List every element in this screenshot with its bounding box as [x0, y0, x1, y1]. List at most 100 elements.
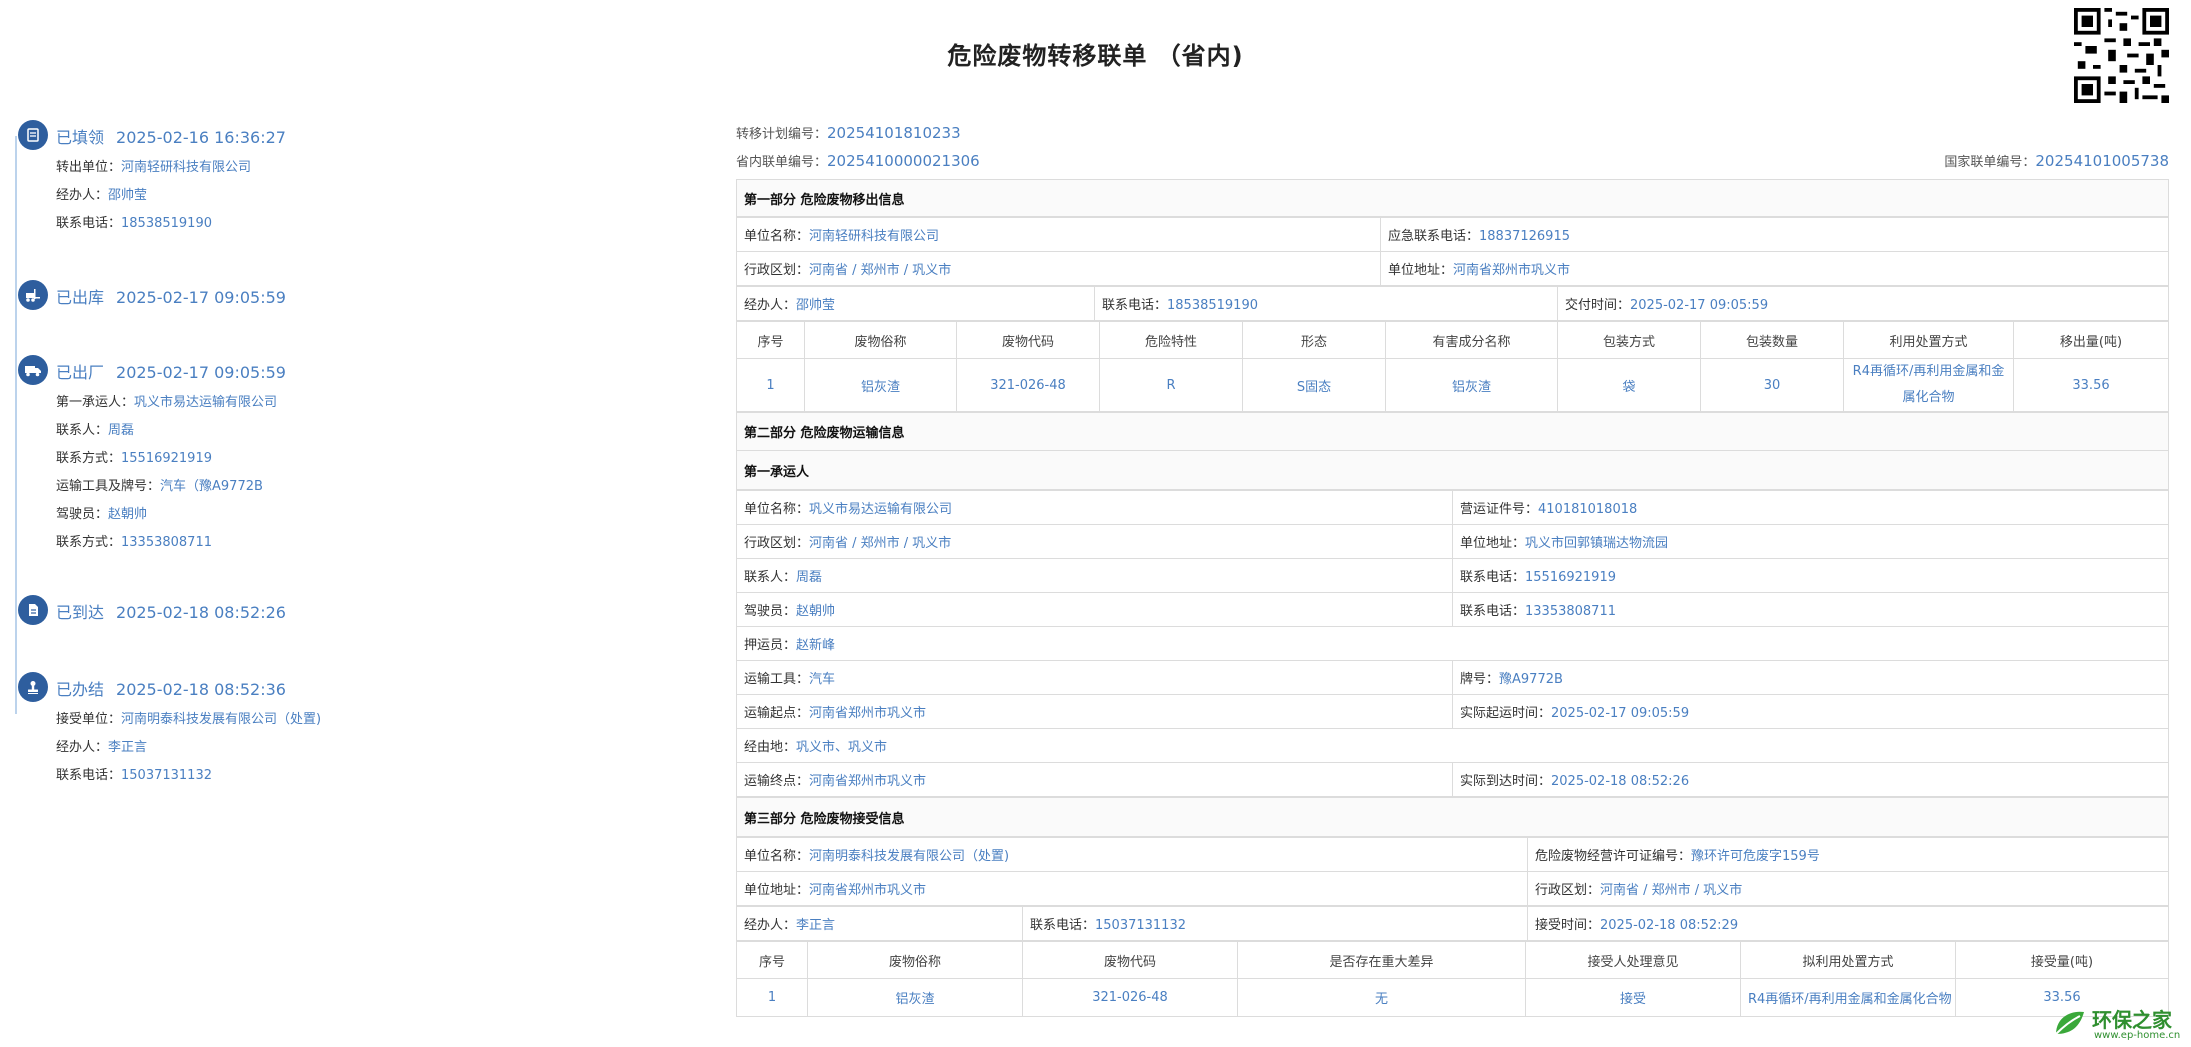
table-row: 行政区划：河南省 / 郑州市 / 巩义市 单位地址：巩义市回郭镇瑞达物流园	[736, 524, 2169, 559]
field-cell: 行政区划：河南省 / 郑州市 / 巩义市	[736, 524, 1453, 559]
part3-region: 行政区划：河南省 / 郑州市 / 巩义市	[1527, 871, 2169, 906]
truck-icon	[18, 355, 48, 385]
value: 汽车	[809, 672, 836, 687]
qr-code	[2074, 8, 2169, 103]
timeline-status: 已办结	[56, 680, 105, 699]
label: 运输工具：	[744, 672, 810, 687]
label: 接受时间：	[1535, 918, 1601, 933]
value: 赵新峰	[796, 638, 836, 653]
field-cell: 联系电话：13353808711	[1452, 592, 2169, 627]
field-cell: 运输终点：河南省郑州市巩义市	[736, 762, 1453, 797]
column-header: 包装数量	[1700, 321, 1844, 359]
label: 联系电话：	[1102, 298, 1168, 313]
watermark-logo: 环保之家 www.ep-home.cn	[2050, 1000, 2191, 1047]
table-cell: 321-026-48	[1022, 978, 1238, 1017]
label: 联系电话：	[1030, 918, 1096, 933]
timeline-status: 已到达	[56, 603, 105, 622]
value: 巩义市易达运输有限公司	[134, 395, 278, 410]
field-cell: 牌号：豫A9772B	[1452, 660, 2169, 695]
value: 汽车（豫A9772B	[160, 479, 263, 494]
part2-transport-table: 单位名称：巩义市易达运输有限公司 营运证件号：410181018018 行政区划：河…	[736, 490, 2169, 797]
column-header: 是否存在重大差异	[1237, 941, 1526, 979]
timeline-status: 已填领	[56, 128, 105, 147]
table-row: 单位名称：巩义市易达运输有限公司 营运证件号：410181018018	[736, 490, 2169, 525]
value: 2025-02-17 09:05:59	[1630, 298, 1769, 313]
document-icon	[18, 595, 48, 625]
national-form-label: 国家联单编号：	[1944, 155, 2036, 170]
table-header-row: 序号 废物俗称 废物代码 是否存在重大差异 接受人处理意见 拟利用处置方式 接受量(吨)	[736, 941, 2169, 979]
value: 豫A9772B	[1499, 672, 1563, 687]
watermark-name: 环保之家	[2092, 1008, 2172, 1032]
table-cell: R4再循环/再利用金属和金属化合物	[1740, 978, 1956, 1017]
label: 经办人：	[744, 298, 797, 313]
label: 行政区划：	[1535, 883, 1601, 898]
table-cell: 铝灰渣	[1385, 358, 1558, 412]
column-header: 形态	[1242, 321, 1386, 359]
timeline-status: 已出厂	[56, 363, 105, 382]
part1-delivery-time: 交付时间：2025-02-17 09:05:59	[1557, 286, 2169, 321]
value: 2025-02-18 08:52:26	[1551, 774, 1690, 789]
label: 危险废物经营许可证编号：	[1535, 849, 1692, 864]
column-header: 序号	[736, 321, 805, 359]
plan-number-value: 20254101810233	[827, 124, 961, 142]
label: 单位地址：	[1388, 263, 1454, 278]
label: 行政区划：	[744, 536, 810, 551]
label: 交付时间：	[1565, 298, 1631, 313]
label: 行政区划：	[744, 263, 810, 278]
timeline-event: 已出库 2025-02-17 09:05:59	[18, 280, 678, 310]
timeline-time: 2025-02-17 09:05:59	[116, 363, 286, 382]
table-cell: S固态	[1242, 358, 1386, 412]
label: 牌号：	[1460, 672, 1500, 687]
timeline-detail-row: 驾驶员：赵朝帅	[56, 503, 147, 522]
part3-handler: 经办人：李正言	[736, 906, 1023, 941]
part1-region: 行政区划：河南省 / 郑州市 / 巩义市	[736, 251, 1381, 286]
field-cell: 运输工具：汽车	[736, 660, 1453, 695]
label: 单位名称：	[744, 229, 810, 244]
label: 单位地址：	[744, 883, 810, 898]
field-cell: 单位地址：巩义市回郭镇瑞达物流园	[1452, 524, 2169, 559]
timeline-event-heading: 已办结 2025-02-18 08:52:36	[56, 676, 286, 700]
table-cell: 1	[736, 978, 808, 1017]
table-cell: 铝灰渣	[807, 978, 1023, 1017]
timeline-event-heading: 已到达 2025-02-18 08:52:26	[56, 599, 286, 623]
part3-license: 危险废物经营许可证编号：豫环许可危废字159号	[1527, 837, 2169, 872]
label: 经由地：	[744, 740, 797, 755]
column-header: 序号	[736, 941, 808, 979]
part3-phone: 联系电话：15037131132	[1022, 906, 1528, 941]
value: 赵朝帅	[108, 507, 148, 522]
part3-receive-time: 接受时间：2025-02-18 08:52:29	[1527, 906, 2169, 941]
province-form-number: 省内联单编号：2025410000021306	[736, 151, 980, 170]
label: 经办人：	[744, 918, 797, 933]
table-cell: 接受	[1525, 978, 1741, 1017]
value: 河南省 / 郑州市 / 巩义市	[809, 263, 952, 278]
value: 赵朝帅	[796, 604, 836, 619]
timeline-time: 2025-02-17 09:05:59	[116, 288, 286, 307]
timeline-event: 已填领 2025-02-16 16:36:27 转出单位：河南轻研科技有限公司 经办人…	[18, 120, 678, 231]
part1-unit: 单位名称：河南轻研科技有限公司	[736, 217, 1381, 252]
table-header-row: 序号 废物俗称 废物代码 危险特性 形态 有害成分名称 包装方式 包装数量 利用处置方式 移出量(…	[736, 321, 2169, 359]
part1-title: 第一部分 危险废物移出信息	[736, 179, 2169, 217]
table-row: 运输起点：河南省郑州市巩义市 实际起运时间：2025-02-17 09:05:59	[736, 694, 2169, 729]
timeline-time: 2025-02-16 16:36:27	[116, 128, 286, 147]
value: 13353808711	[1525, 604, 1616, 619]
timeline-event: 已办结 2025-02-18 08:52:36 接受单位：河南明泰科技发展有限公司（…	[18, 672, 678, 783]
value: 李正言	[796, 918, 836, 933]
label: 转出单位：	[56, 160, 122, 175]
label: 运输终点：	[744, 774, 810, 789]
column-header: 废物俗称	[807, 941, 1023, 979]
timeline-event: 已到达 2025-02-18 08:52:26	[18, 595, 678, 625]
value: 巩义市、巩义市	[796, 740, 888, 755]
value: 邵帅莹	[108, 188, 148, 203]
column-header: 利用处置方式	[1843, 321, 2014, 359]
label: 押运员：	[744, 638, 797, 653]
label: 单位名称：	[744, 502, 810, 517]
table-row: 1 铝灰渣 321-026-48 R S固态 铝灰渣袋 30 R4再循环/再利用金属和金属化合…	[736, 358, 2169, 412]
column-header: 有害成分名称	[1385, 321, 1558, 359]
table-cell: 1	[736, 358, 805, 412]
value: 18837126915	[1479, 229, 1570, 244]
value: 河南省郑州市巩义市	[809, 706, 927, 721]
watermark-url: www.ep-home.cn	[2094, 1030, 2181, 1041]
table-cell: 30	[1700, 358, 1844, 412]
part1-phone: 联系电话：18538519190	[1094, 286, 1558, 321]
value: 河南轻研科技有限公司	[809, 229, 940, 244]
